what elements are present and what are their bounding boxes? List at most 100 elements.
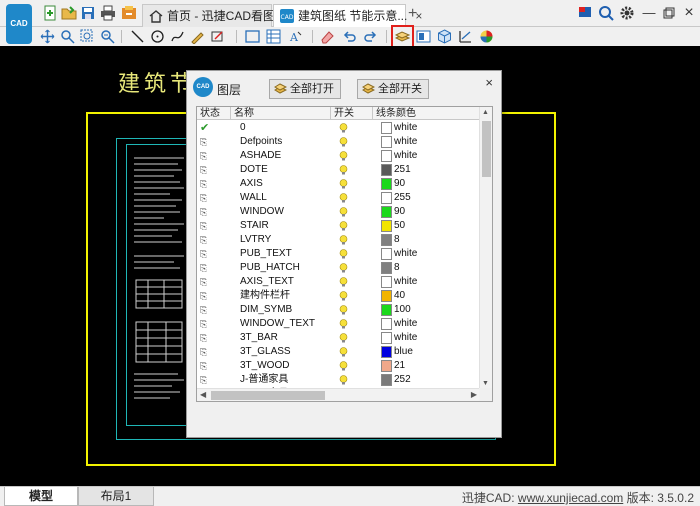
layer-row[interactable]: ⎘ PUB_TEXT white (197, 247, 480, 261)
sketch-tool-icon[interactable] (190, 29, 205, 44)
layer-status-icon[interactable]: ⎘ (200, 332, 212, 344)
layer-row[interactable]: ⎘ Defpoints white (197, 135, 480, 149)
layer-row[interactable]: ⎘ DOTE 251 (197, 163, 480, 177)
toggle-all-layers-button[interactable]: 全部开关 (357, 79, 429, 99)
layer-color-swatch[interactable] (381, 150, 392, 162)
layout-view-icon[interactable] (416, 29, 431, 44)
layer-on-bulb-icon[interactable] (339, 221, 348, 231)
layer-on-bulb-icon[interactable] (339, 235, 348, 245)
layer-row[interactable]: ⎘ STAIR 50 (197, 219, 480, 233)
layer-status-icon[interactable]: ⎘ (200, 346, 212, 358)
layer-color-swatch[interactable] (381, 346, 392, 358)
layer-color-swatch[interactable] (381, 248, 392, 260)
line-tool-icon[interactable] (130, 29, 145, 44)
layer-status-icon[interactable]: ⎘ (200, 150, 212, 162)
scroll-left-arrow-icon[interactable]: ◀ (200, 390, 206, 399)
scroll-down-arrow-icon[interactable]: ▼ (482, 380, 489, 387)
color-palette-icon[interactable] (479, 29, 494, 44)
vertical-scroll-thumb[interactable] (482, 121, 491, 177)
tab-drawing[interactable]: CAD 建筑图纸 节能示意... × (273, 4, 422, 27)
layer-color-swatch[interactable] (381, 360, 392, 372)
layer-color-swatch[interactable] (381, 136, 392, 148)
rectangle-measure-icon[interactable] (245, 29, 260, 44)
layer-color-swatch[interactable] (381, 206, 392, 218)
3d-view-icon[interactable] (437, 29, 452, 44)
layer-status-icon[interactable]: ⎘ (200, 290, 212, 302)
website-link[interactable]: www.xunjiecad.com (518, 491, 623, 505)
layer-row[interactable]: ⎘ AXIS 90 (197, 177, 480, 191)
layer-color-swatch[interactable] (381, 290, 392, 302)
layer-status-icon[interactable]: ⎘ (200, 164, 212, 176)
layer-color-swatch[interactable] (381, 164, 392, 176)
horizontal-scrollbar[interactable]: ◀ ▶ (197, 388, 480, 401)
layer-status-icon[interactable]: ⎘ (200, 192, 212, 204)
layer-on-bulb-icon[interactable] (339, 333, 348, 343)
scroll-right-arrow-icon[interactable]: ▶ (471, 390, 477, 399)
measure-tool-icon[interactable] (458, 29, 473, 44)
layer-on-bulb-icon[interactable] (339, 347, 348, 357)
column-switch[interactable]: 开关 (331, 107, 373, 120)
layer-color-swatch[interactable] (381, 318, 392, 330)
text-tool-icon[interactable]: A (288, 29, 303, 44)
layer-on-bulb-icon[interactable] (339, 361, 348, 371)
zoom-window-icon[interactable] (80, 29, 95, 44)
layer-color-swatch[interactable] (381, 122, 392, 134)
layer-color-swatch[interactable] (381, 262, 392, 274)
layer-row[interactable]: ⎘ WALL 255 (197, 191, 480, 205)
layer-on-bulb-icon[interactable] (339, 277, 348, 287)
layer-row[interactable]: ⎘ 3T_GLASS blue (197, 345, 480, 359)
horizontal-scroll-thumb[interactable] (211, 391, 325, 400)
layer-on-bulb-icon[interactable] (339, 291, 348, 301)
tab-layout1[interactable]: 布局1 (78, 487, 154, 506)
dialog-close-button[interactable]: × (485, 75, 493, 90)
layer-color-swatch[interactable] (381, 332, 392, 344)
layer-status-icon[interactable]: ⎘ (200, 318, 212, 330)
revision-cloud-icon[interactable] (210, 29, 225, 44)
column-name[interactable]: 名称 (231, 107, 331, 120)
restore-icon[interactable] (661, 5, 677, 21)
new-tab-button[interactable]: + (408, 4, 417, 24)
layer-status-icon[interactable]: ⎘ (200, 220, 212, 232)
layer-row[interactable]: ⎘ PUB_HATCH 8 (197, 261, 480, 275)
layer-on-bulb-icon[interactable] (339, 305, 348, 315)
layer-color-swatch[interactable] (381, 234, 392, 246)
layer-on-bulb-icon[interactable] (339, 249, 348, 259)
print-icon[interactable] (100, 5, 116, 21)
table-icon[interactable] (266, 29, 281, 44)
zoom-extents-icon[interactable] (100, 29, 115, 44)
layer-status-icon[interactable]: ⎘ (200, 234, 212, 246)
layer-on-bulb-icon[interactable] (339, 207, 348, 217)
layer-status-icon[interactable]: ⎘ (200, 262, 212, 274)
save-icon[interactable] (80, 5, 96, 21)
layer-row[interactable]: ⎘ DIM_SYMB 100 (197, 303, 480, 317)
layer-status-icon[interactable]: ⎘ (200, 276, 212, 288)
layer-on-bulb-icon[interactable] (339, 263, 348, 273)
layer-status-icon[interactable]: ⎘ (200, 136, 212, 148)
pan-icon[interactable] (40, 29, 55, 44)
layer-on-bulb-icon[interactable] (339, 179, 348, 189)
eraser-icon[interactable] (320, 29, 335, 44)
batch-convert-icon[interactable] (121, 5, 137, 21)
layer-row[interactable]: ⎘ 建构件栏杆 40 (197, 289, 480, 303)
layer-color-swatch[interactable] (381, 192, 392, 204)
open-all-layers-button[interactable]: 全部打开 (269, 79, 341, 99)
layer-on-bulb-icon[interactable] (339, 151, 348, 161)
column-status[interactable]: 状态 (197, 107, 231, 120)
layer-on-bulb-icon[interactable] (339, 319, 348, 329)
layer-row[interactable]: ⎘ LVTRY 8 (197, 233, 480, 247)
undo-icon[interactable] (342, 29, 357, 44)
polyline-tool-icon[interactable] (170, 29, 185, 44)
new-file-icon[interactable] (42, 5, 58, 21)
layer-color-swatch[interactable] (381, 374, 392, 386)
zoom-realtime-icon[interactable] (60, 29, 75, 44)
flag-icon[interactable] (577, 5, 593, 21)
layer-color-swatch[interactable] (381, 220, 392, 232)
layer-status-icon[interactable]: ⎘ (200, 248, 212, 260)
layer-row[interactable]: ⎘ WINDOW 90 (197, 205, 480, 219)
close-window-button[interactable]: × (681, 5, 697, 21)
layer-row[interactable]: ⎘ 3T_WOOD 21 (197, 359, 480, 373)
layer-on-bulb-icon[interactable] (339, 193, 348, 203)
layer-on-bulb-icon[interactable] (339, 375, 348, 385)
minimize-button[interactable]: — (641, 5, 657, 21)
layer-row[interactable]: ⎘ AXIS_TEXT white (197, 275, 480, 289)
